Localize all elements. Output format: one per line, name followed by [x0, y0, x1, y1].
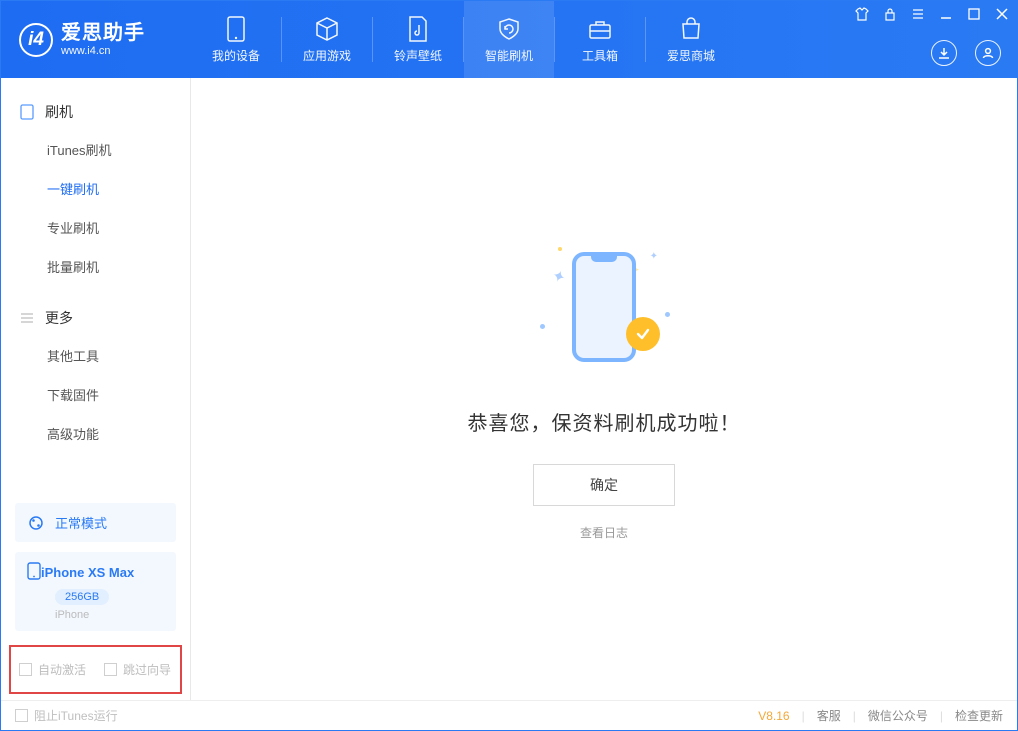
toolbox-icon [587, 15, 613, 43]
dot-icon [540, 324, 545, 329]
phone-outline-icon [572, 252, 636, 362]
lock-icon[interactable] [883, 7, 897, 21]
check-badge-icon [626, 317, 660, 351]
sidebar-item-itunes-flash[interactable]: iTunes刷机 [1, 130, 190, 169]
checkbox-icon [19, 663, 32, 676]
nav-tab-store[interactable]: 爱思商城 [646, 1, 736, 78]
view-log-link[interactable]: 查看日志 [580, 524, 628, 541]
header-right-icons [931, 40, 1001, 66]
body: 刷机 iTunes刷机 一键刷机 专业刷机 批量刷机 更多 其他工具 下载固件 … [1, 78, 1017, 700]
download-icon[interactable] [931, 40, 957, 66]
refresh-shield-icon [496, 15, 522, 43]
checkbox-icon [104, 663, 117, 676]
support-link[interactable]: 客服 [817, 707, 841, 724]
sidebar-group-more: 更多 [1, 300, 190, 336]
sparkle-icon: ✦ [549, 265, 568, 288]
checkbox-auto-activate[interactable]: 自动激活 [19, 661, 86, 678]
phone-icon [227, 15, 245, 43]
nav-tab-toolbox[interactable]: 工具箱 [555, 1, 645, 78]
logo-area: i4 爱思助手 www.i4.cn [1, 1, 191, 78]
sidebar-item-pro-flash[interactable]: 专业刷机 [1, 208, 190, 247]
nav-tab-ringtone[interactable]: 铃声壁纸 [373, 1, 463, 78]
device-capacity-badge: 256GB [55, 589, 109, 605]
success-message: 恭喜您，保资料刷机成功啦！ [468, 407, 741, 436]
device-icon [19, 104, 35, 120]
sidebar-item-download-firmware[interactable]: 下载固件 [1, 375, 190, 414]
sparkle-icon: ✦ [650, 251, 658, 262]
sidebar-item-advanced[interactable]: 高级功能 [1, 414, 190, 453]
minimize-icon[interactable] [939, 7, 953, 21]
nav-tabs: 我的设备 应用游戏 铃声壁纸 智能刷机 [191, 1, 736, 78]
music-file-icon [407, 15, 429, 43]
app-subtitle: www.i4.cn [61, 45, 145, 57]
app-title: 爱思助手 [61, 23, 145, 43]
app-window: i4 爱思助手 www.i4.cn 我的设备 应用游戏 [0, 0, 1018, 731]
close-icon[interactable] [995, 7, 1009, 21]
nav-tab-flash[interactable]: 智能刷机 [464, 1, 554, 78]
logo-icon: i4 [19, 23, 53, 57]
options-highlight-box: 自动激活 跳过向导 [9, 645, 182, 694]
user-icon[interactable] [975, 40, 1001, 66]
menu-icon[interactable] [911, 7, 925, 21]
shirt-icon[interactable] [855, 7, 869, 21]
checkbox-icon [15, 709, 28, 722]
phone-small-icon [27, 562, 41, 583]
sidebar-item-other-tools[interactable]: 其他工具 [1, 336, 190, 375]
checkbox-skip-guide[interactable]: 跳过向导 [104, 661, 171, 678]
main-content: ✦ ✦ ✦ 恭喜您，保资料刷机成功啦！ 确定 查看日志 [191, 78, 1017, 700]
maximize-icon[interactable] [967, 7, 981, 21]
cube-icon [314, 15, 340, 43]
mode-icon [27, 514, 45, 532]
device-cards: 正常模式 iPhone XS Max 256GB iPhone [1, 503, 190, 645]
success-illustration: ✦ ✦ ✦ [534, 237, 674, 377]
sidebar-item-one-click-flash[interactable]: 一键刷机 [1, 169, 190, 208]
sidebar: 刷机 iTunes刷机 一键刷机 专业刷机 批量刷机 更多 其他工具 下载固件 … [1, 78, 191, 700]
dot-icon [558, 247, 562, 251]
list-icon [19, 310, 35, 326]
statusbar: 阻止iTunes运行 V8.16 | 客服 | 微信公众号 | 检查更新 [1, 700, 1017, 730]
device-card[interactable]: iPhone XS Max 256GB iPhone [15, 552, 176, 631]
sidebar-group-flash: 刷机 [1, 94, 190, 130]
ok-button[interactable]: 确定 [533, 464, 675, 506]
device-type: iPhone [55, 609, 164, 621]
nav-tab-my-device[interactable]: 我的设备 [191, 1, 281, 78]
device-name: iPhone XS Max [41, 565, 134, 580]
dot-icon [665, 312, 670, 317]
bag-icon [679, 15, 703, 43]
nav-tab-apps[interactable]: 应用游戏 [282, 1, 372, 78]
sidebar-item-batch-flash[interactable]: 批量刷机 [1, 247, 190, 286]
wechat-link[interactable]: 微信公众号 [868, 707, 928, 724]
checkbox-block-itunes[interactable]: 阻止iTunes运行 [15, 707, 118, 724]
mode-card[interactable]: 正常模式 [15, 503, 176, 542]
version-label: V8.16 [758, 709, 789, 723]
window-controls [855, 7, 1009, 21]
check-update-link[interactable]: 检查更新 [955, 707, 1003, 724]
header: i4 爱思助手 www.i4.cn 我的设备 应用游戏 [1, 1, 1017, 78]
